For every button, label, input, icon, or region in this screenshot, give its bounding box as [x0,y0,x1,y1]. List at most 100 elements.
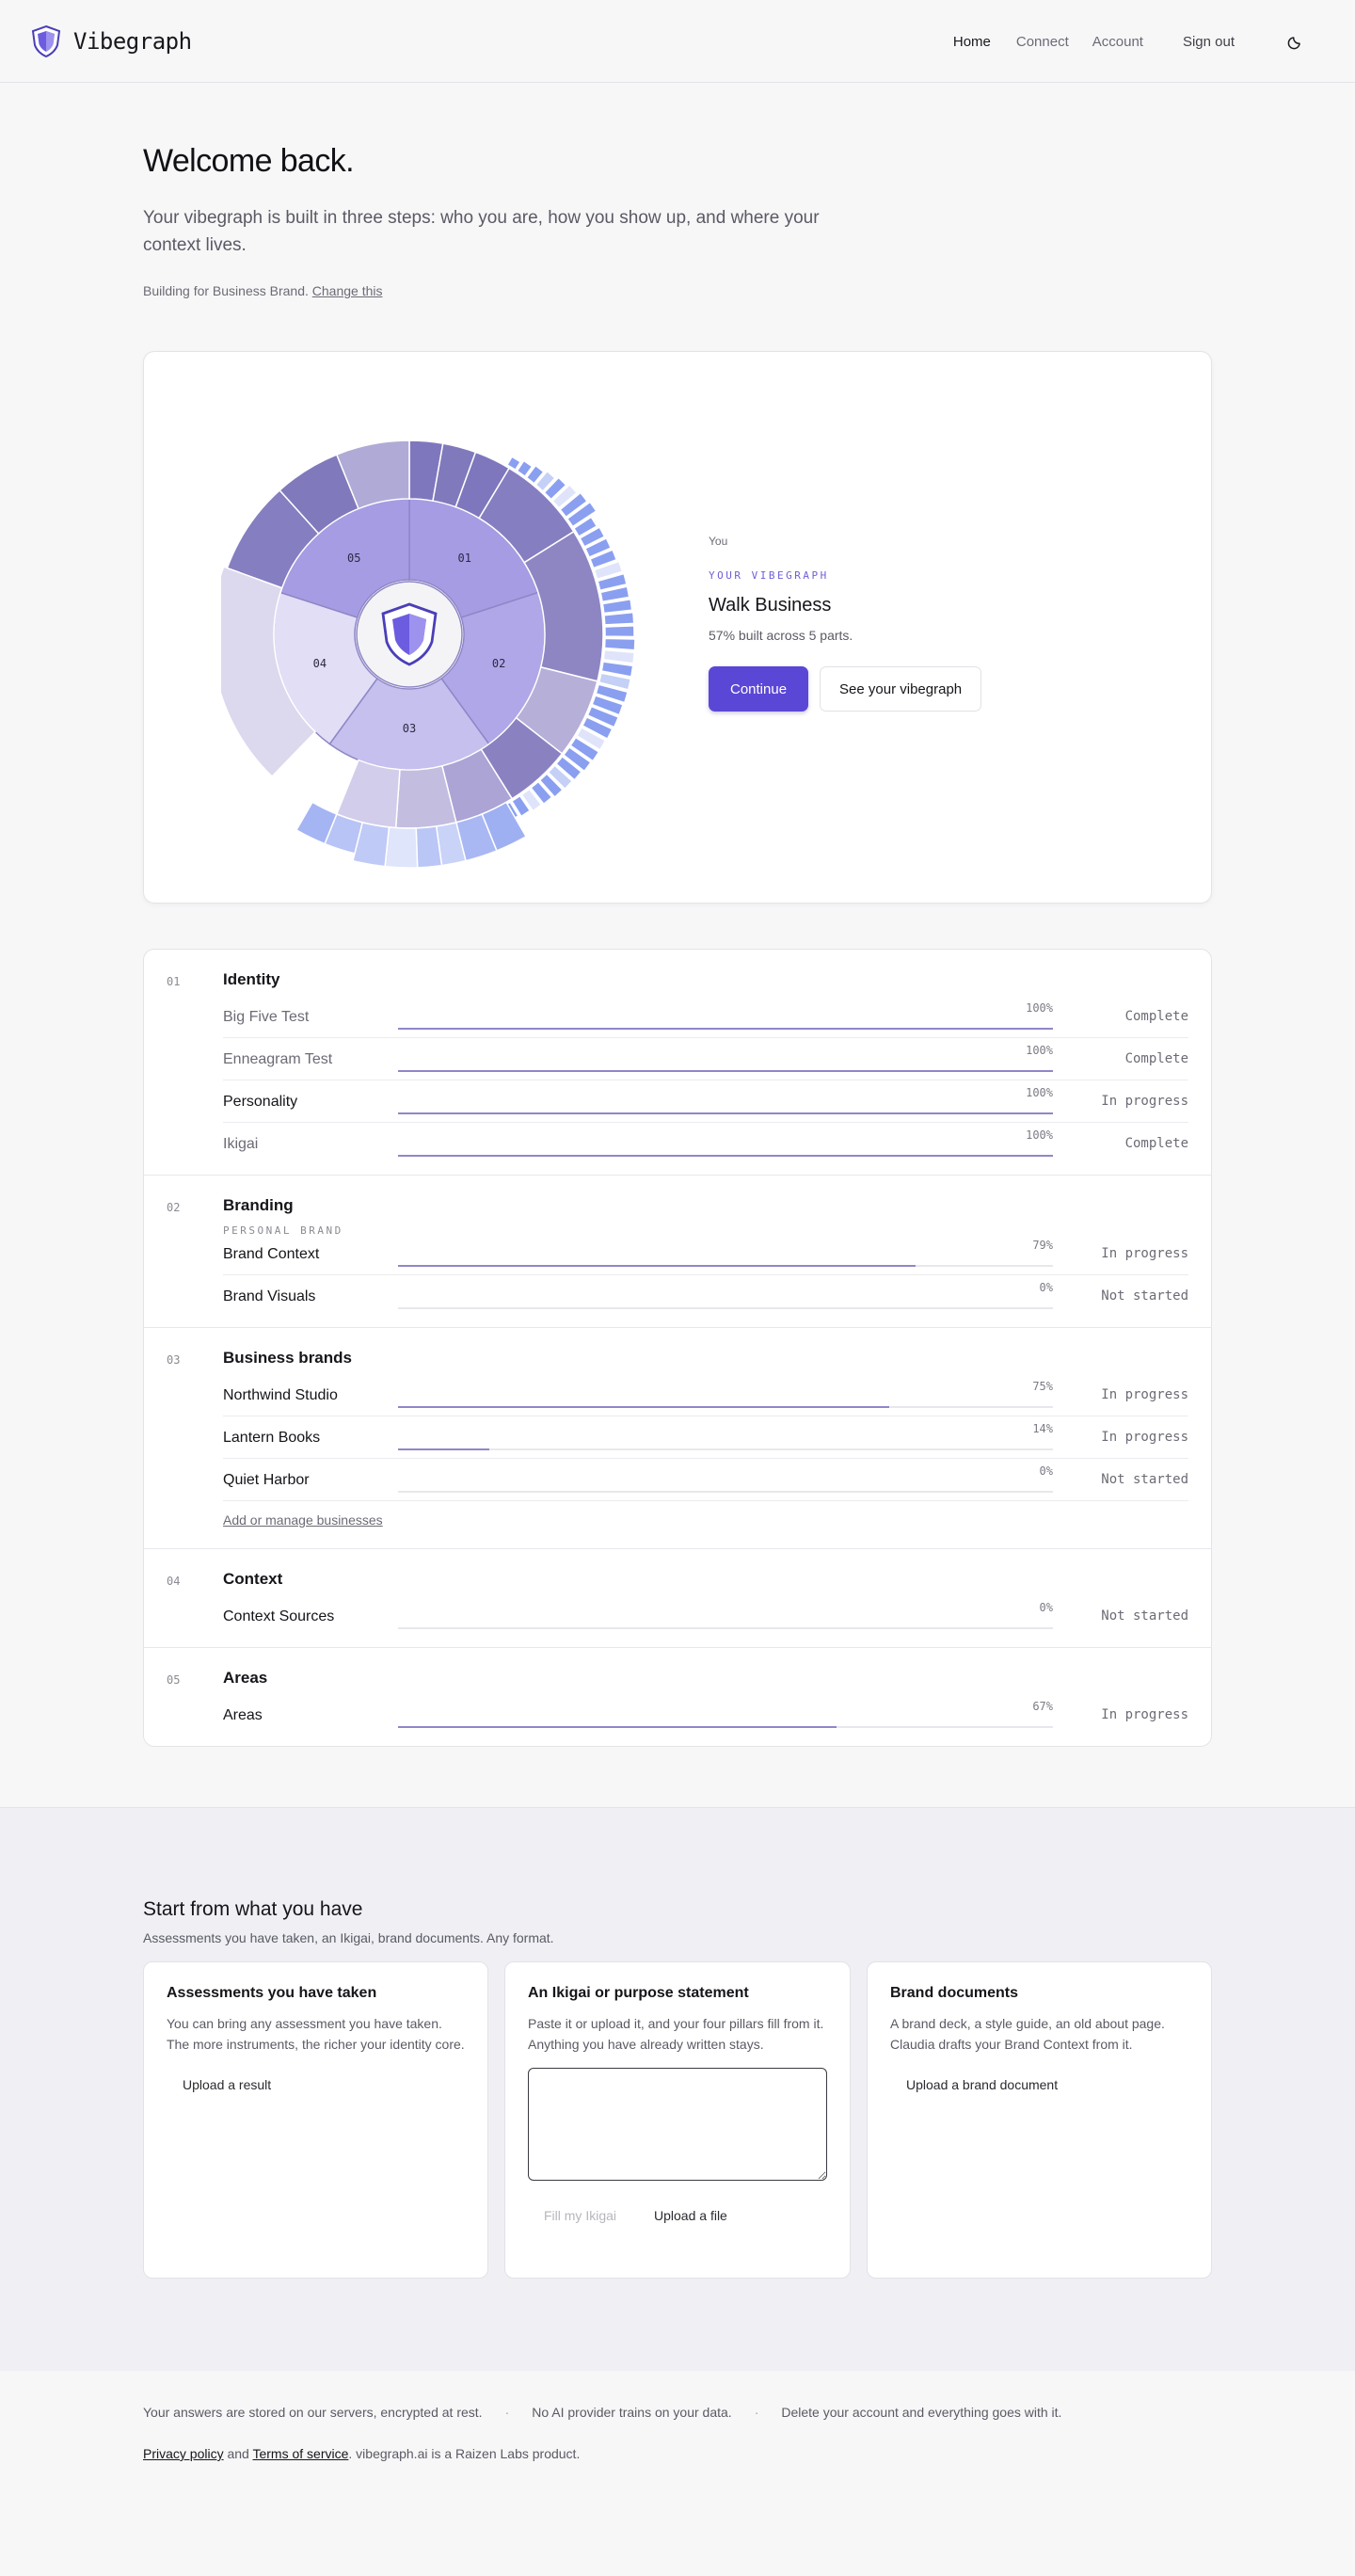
hero-lead: Your vibegraph is built in three steps: … [143,208,820,255]
row-percent: 0% [1039,1601,1053,1614]
progress-row[interactable]: Lantern Books 14% In progress [223,1416,1188,1459]
hero: Welcome back. Your vibegraph is built in… [143,83,1212,298]
row-name: Northwind Studio [223,1386,338,1403]
progress-row[interactable]: Personality 100% In progress [223,1080,1188,1123]
progress-row[interactable]: Quiet Harbor 0% Not started [223,1459,1188,1501]
row-name: Enneagram Test [223,1050,333,1067]
ikigai-textarea[interactable] [528,2068,827,2181]
row-status: In progress [1101,1387,1188,1402]
progress-bar [398,1307,1053,1309]
section-areas: 05 Areas Areas 67% In progress [144,1648,1211,1746]
section-number: 01 [167,975,181,988]
nav-home-link[interactable]: Home [953,34,991,50]
upload-file-button[interactable]: Upload a file [638,2199,743,2232]
row-name: Big Five Test [223,1008,310,1025]
segment-label: 02 [492,657,505,670]
row-name: Lantern Books [223,1429,321,1446]
progress-bar [398,1406,1053,1408]
row-percent: 67% [1032,1700,1053,1713]
progress-fill [398,1406,889,1408]
card-assessments: Assessments you have taken You can bring… [143,1961,488,2279]
start-title: Start from what you have [143,1898,363,1920]
row-status: Complete [1124,1009,1188,1024]
section-number: 02 [167,1201,181,1214]
progress-row[interactable]: Northwind Studio 75% In progress [223,1374,1188,1416]
outer-ring-slice[interactable] [384,826,419,869]
footer-and: and [227,2446,249,2461]
progress-row[interactable]: Context Sources 0% Not started [223,1595,1188,1638]
card-body: You can bring any assessment you have ta… [167,2016,465,2052]
moon-icon[interactable] [1287,33,1304,50]
nav-connect-link[interactable]: Connect [1016,34,1069,50]
upload-result-button[interactable]: Upload a result [167,2068,287,2102]
progress-row[interactable]: Brand Context 79% In progress [223,1233,1188,1275]
section-context: 04 Context Context Sources 0% Not started [144,1549,1211,1648]
row-percent: 0% [1039,1281,1053,1294]
card-brand-docs: Brand documents A brand deck, a style gu… [867,1961,1212,2279]
outer-ring-slice[interactable] [604,625,635,638]
footer-legal: Privacy policy and Terms of service. vib… [143,2446,1212,2461]
privacy-policy-link[interactable]: Privacy policy [143,2446,224,2461]
progress-row[interactable]: Enneagram Test 100% Complete [223,1038,1188,1080]
progress-row[interactable]: Ikigai 100% Complete [223,1123,1188,1165]
section-title: Business brands [223,1349,352,1367]
footer-note: Your answers are stored on our servers, … [143,2405,483,2420]
row-status: Not started [1101,1472,1188,1487]
brand[interactable]: Vibegraph [30,24,192,58]
row-name: Ikigai [223,1135,259,1152]
start-section: Start from what you have Assessments you… [0,1807,1355,2371]
card-title: Brand documents [890,1985,1019,2001]
footer-notes: Your answers are stored on our servers, … [143,2405,1062,2420]
manage-businesses-link[interactable]: Add or manage businesses [223,1512,383,1528]
segment-label: 01 [458,552,471,565]
nav-account-link[interactable]: Account [1092,34,1143,50]
outer-ring-slice[interactable] [603,637,636,651]
vibe-actions: Continue See your vibegraph [709,666,982,712]
section-number: 04 [167,1575,181,1588]
segment-label: 05 [347,552,360,565]
progress-fill [398,1265,916,1267]
card-ikigai: An Ikigai or purpose statement Paste it … [504,1961,851,2279]
progress-fill [398,1112,1053,1114]
terms-link[interactable]: Terms of service [252,2446,348,2461]
vibegraph-sunburst[interactable]: 01 02 03 04 05 [221,427,654,879]
progress-fill [398,1448,490,1450]
section-title: Context [223,1570,283,1588]
row-name: Brand Visuals [223,1288,316,1304]
change-brand-link[interactable]: Change this [312,283,383,298]
row-percent: 79% [1032,1239,1053,1252]
progress-bar [398,1112,1053,1114]
continue-button[interactable]: Continue [709,666,809,712]
section-title: Branding [223,1196,294,1214]
progress-bar [398,1028,1053,1030]
upload-brand-document-button[interactable]: Upload a brand document [890,2068,1074,2102]
see-vibegraph-button[interactable]: See your vibegraph [820,666,982,712]
fill-ikigai-button[interactable]: Fill my Ikigai [528,2199,632,2232]
footer-suffix: . vibegraph.ai is a Raizen Labs product. [348,2446,581,2461]
row-percent: 100% [1026,1128,1053,1142]
row-status: Not started [1101,1608,1188,1624]
sign-out-button[interactable]: Sign out [1183,34,1235,50]
footer-note: Delete your account and everything goes … [781,2405,1062,2420]
progress-bar [398,1448,1053,1450]
top-nav: Vibegraph Home Connect Account Sign out [0,0,1355,83]
outer-ring-slice[interactable] [603,611,635,626]
vibe-built: 57% built across 5 parts. [709,628,853,643]
building-for-text: Building for Business Brand. [143,283,309,298]
progress-row[interactable]: Areas 67% In progress [223,1694,1188,1736]
section-business-brands: 03 Business brands Northwind Studio 75% In p… [144,1328,1211,1549]
section-branding: 02 Branding PERSONAL BRAND Brand Context 79%… [144,1176,1211,1328]
row-percent: 100% [1026,1001,1053,1015]
row-status: In progress [1101,1707,1188,1722]
progress-fill [398,1155,1053,1157]
row-name: Personality [223,1093,298,1110]
outer-ring-slice[interactable] [602,648,636,664]
row-status: In progress [1101,1430,1188,1445]
row-status: In progress [1101,1246,1188,1261]
progress-row[interactable]: Big Five Test 100% Complete [223,996,1188,1038]
row-percent: 75% [1032,1380,1053,1393]
card-body: Paste it or upload it, and your four pil… [528,2016,824,2052]
progress-fill [398,1070,1053,1072]
progress-row[interactable]: Brand Visuals 0% Not started [223,1275,1188,1318]
row-percent: 14% [1032,1422,1053,1435]
